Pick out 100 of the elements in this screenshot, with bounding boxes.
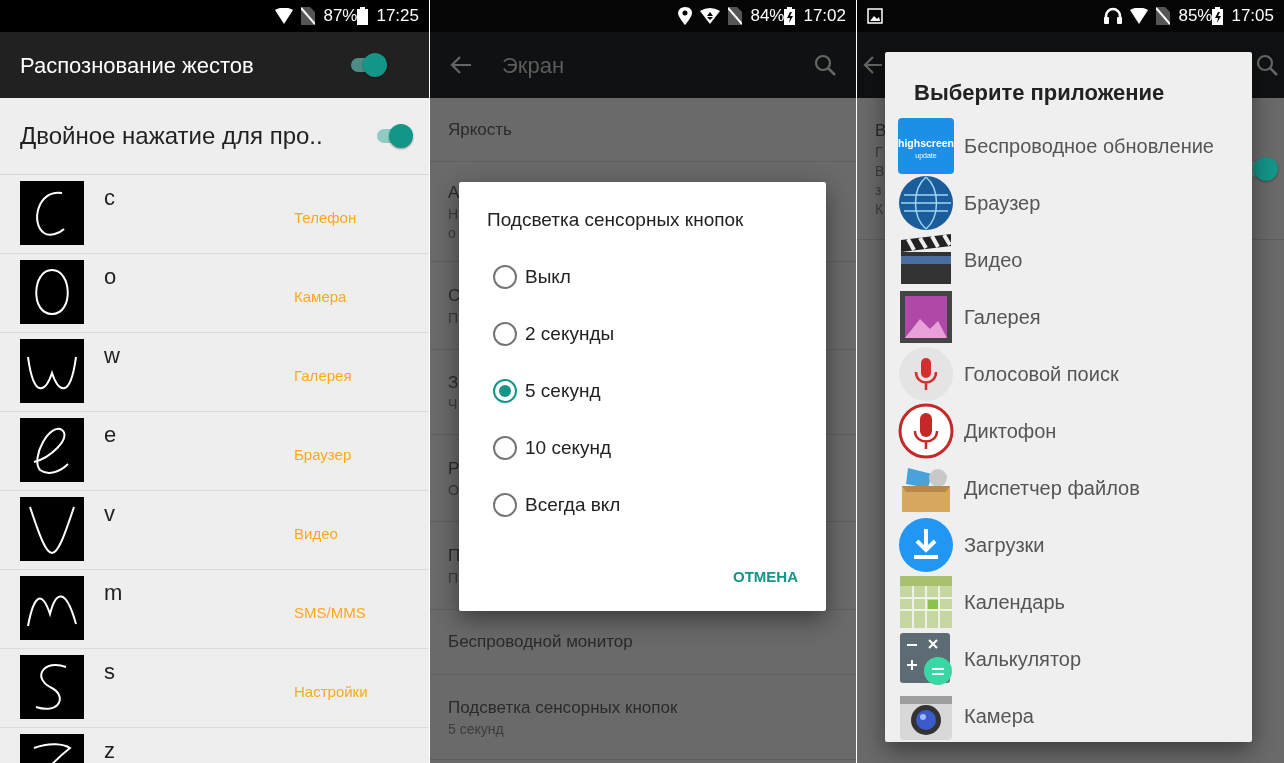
calendar-icon — [898, 573, 954, 630]
app-option[interactable]: Видео — [885, 231, 1252, 288]
radio-option[interactable]: 2 секунды — [459, 305, 826, 363]
app-label: Калькулятор — [964, 646, 1082, 672]
status-time: 17:05 — [1231, 5, 1274, 28]
gesture-letter: w — [104, 342, 121, 370]
app-option[interactable]: Загрузки — [885, 516, 1252, 573]
app-label: Голосовой поиск — [964, 361, 1119, 387]
setting-label: Двойное нажатие для про.. — [20, 121, 323, 151]
app-name: Видео — [294, 524, 338, 544]
screen-title: Экран — [502, 51, 566, 80]
app-label: Диктофон — [964, 418, 1057, 444]
gesture-drawing — [20, 339, 84, 403]
option-label: 10 секунд — [525, 435, 612, 460]
wifi-icon — [1130, 8, 1149, 24]
setting-title: З — [448, 371, 459, 394]
gesture-letter: e — [104, 421, 118, 449]
headphones-icon — [1104, 7, 1123, 25]
gesture-letter: z — [104, 737, 116, 763]
setting-title: С — [448, 285, 461, 308]
app-name: Браузер — [294, 445, 352, 465]
status-time: 17:25 — [376, 5, 419, 28]
toggle-switch[interactable] — [349, 55, 387, 75]
calculator-icon — [898, 630, 954, 687]
battery-percent: 84% — [750, 5, 785, 28]
option-label: Выкл — [525, 264, 571, 289]
app-label: Браузер — [964, 190, 1041, 216]
no-sim-icon — [301, 7, 316, 25]
no-sim-icon — [728, 7, 743, 25]
wifi-icon — [700, 8, 721, 24]
app-label: Камера — [964, 703, 1034, 729]
globe-icon — [898, 174, 954, 231]
option-label: Всегда вкл — [525, 492, 621, 517]
gesture-letter: s — [104, 658, 116, 686]
picture-frame-icon — [898, 288, 954, 345]
app-option[interactable]: Браузер — [885, 174, 1252, 231]
app-name: Галерея — [294, 366, 352, 386]
app-name: SMS/MMS — [294, 603, 366, 623]
radio-option[interactable]: 5 секунд — [459, 362, 826, 420]
app-option[interactable]: Диктофон — [885, 402, 1252, 459]
radio-button[interactable] — [493, 436, 517, 460]
radio-option[interactable]: Выкл — [459, 248, 826, 306]
app-label: Видео — [964, 247, 1023, 273]
setting-title: А — [448, 181, 460, 204]
gesture-letter: v — [104, 500, 116, 528]
setting-title: В — [875, 119, 887, 142]
app-name: Телефон — [294, 208, 357, 228]
microphone-icon — [898, 345, 954, 402]
gesture-drawing — [20, 497, 84, 561]
gesture-drawing — [20, 260, 84, 324]
app-option[interactable]: Диспетчер файлов — [885, 459, 1252, 516]
app-label: Загрузки — [964, 532, 1045, 558]
app-option[interactable]: Калькулятор — [885, 630, 1252, 687]
battery-percent: 85% — [1178, 5, 1213, 28]
gesture-drawing — [20, 418, 84, 482]
app-option[interactable]: Галерея — [885, 288, 1252, 345]
download-icon — [898, 516, 954, 573]
gesture-letter: c — [104, 184, 116, 212]
option-label: 5 секунд — [525, 378, 601, 403]
radio-button[interactable] — [493, 265, 517, 289]
app-label: Календарь — [964, 589, 1065, 615]
wifi-icon — [275, 8, 294, 24]
dialog-title: Подсветка сенсорных кнопок — [486, 208, 745, 232]
cancel-button[interactable]: ОТМЕНА — [723, 559, 808, 594]
back-arrow-icon[interactable] — [863, 56, 883, 74]
status-time: 17:02 — [803, 5, 846, 28]
dialog-title: Выберите приложение — [913, 79, 1166, 107]
gesture-letter: m — [104, 579, 124, 607]
app-name: Настройки — [294, 682, 368, 702]
no-sim-icon — [1156, 7, 1171, 25]
gesture-drawing — [20, 181, 84, 245]
setting-title: Р — [448, 457, 460, 480]
app-name: Камера — [294, 287, 347, 307]
search-icon[interactable] — [814, 54, 836, 76]
microphone-icon — [898, 402, 954, 459]
setting-title: Яркость — [448, 118, 512, 141]
toggle-switch[interactable] — [375, 126, 413, 146]
app-option[interactable]: Календарь — [885, 573, 1252, 630]
battery-percent: 87% — [323, 5, 358, 28]
radio-button[interactable] — [493, 322, 517, 346]
app-option[interactable]: Камера — [885, 687, 1252, 744]
gesture-drawing — [20, 576, 84, 640]
radio-option[interactable]: Всегда вкл — [459, 476, 826, 534]
search-icon[interactable] — [1256, 54, 1278, 76]
back-arrow-icon[interactable] — [450, 56, 472, 74]
option-label: 2 секунды — [525, 321, 615, 346]
app-option[interactable]: Голосовой поиск — [885, 345, 1252, 402]
image-icon — [867, 8, 883, 24]
radio-option[interactable]: 10 секунд — [459, 419, 826, 477]
app-label: Беспроводное обновление — [964, 133, 1214, 159]
app-label: Галерея — [964, 304, 1041, 330]
screen-title: Распознование жестов — [20, 51, 254, 80]
radio-button[interactable] — [493, 493, 517, 517]
app-label: Диспетчер файлов — [964, 475, 1140, 501]
gesture-letter: o — [104, 263, 118, 291]
radio-button[interactable] — [493, 379, 517, 403]
setting-title: Подсветка сенсорных кнопок — [448, 696, 678, 719]
setting-title: П — [448, 545, 461, 568]
setting-title: Беспроводной монитор — [448, 631, 633, 654]
location-pin-icon — [678, 7, 693, 25]
